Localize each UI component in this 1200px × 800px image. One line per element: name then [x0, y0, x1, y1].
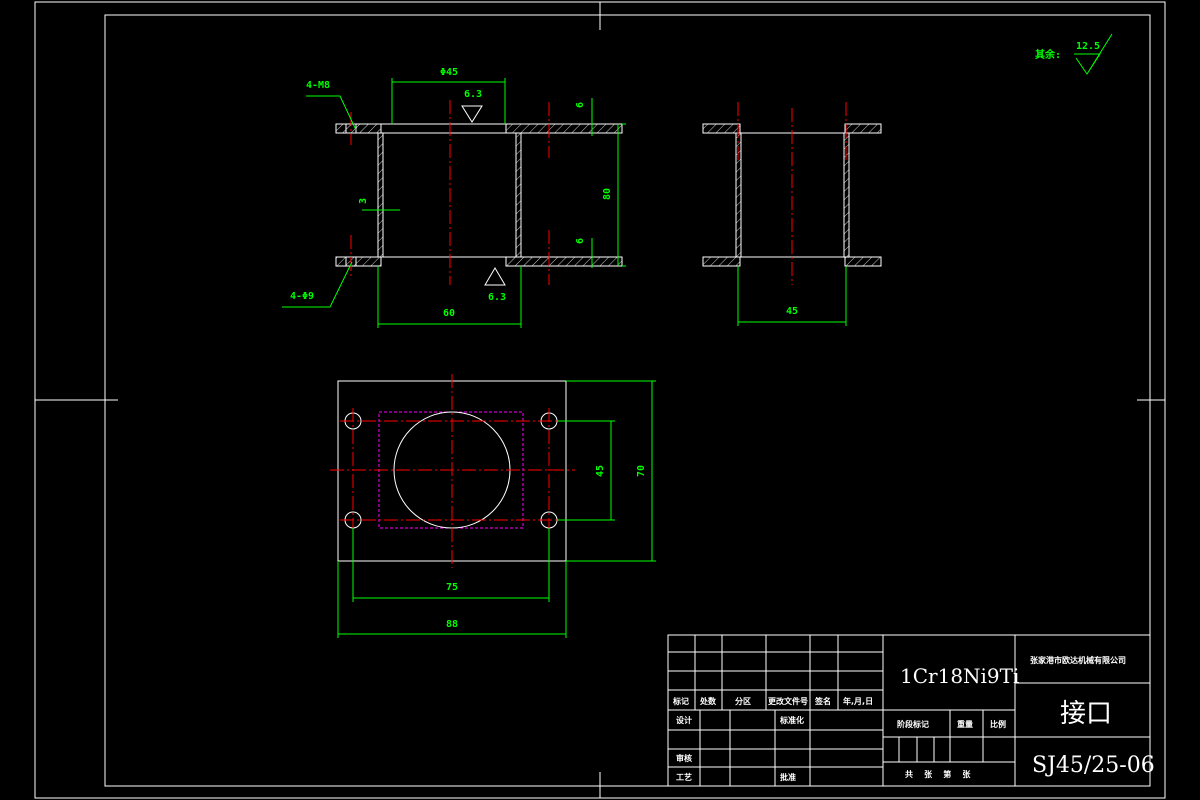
tb-drawing-no: SJ45/25-06: [1032, 753, 1155, 778]
dim-width-text: 60: [443, 308, 455, 319]
tb-material: 1Cr18Ni9Ti: [900, 664, 1019, 688]
tb-header-1: 处数: [699, 696, 717, 706]
dim-height-lines: [617, 123, 626, 267]
bottom-flange-left: [335, 256, 382, 267]
dim-wall-text: 3: [358, 198, 369, 204]
dim-height-text: 80: [602, 188, 613, 200]
roughness-value: 12.5: [1076, 41, 1100, 52]
top-flange-left: [335, 123, 382, 134]
side-dim-text: 45: [786, 306, 798, 317]
wall-right: [515, 132, 522, 258]
dim-bore-text: Φ45: [440, 67, 458, 78]
side-top-flange-right: [844, 123, 882, 134]
tb-header-5: 年,月,日: [843, 696, 873, 706]
tb-standardize: 标准化: [779, 715, 804, 725]
tb-scale: 比例: [990, 719, 1006, 729]
tb-weight: 重量: [957, 719, 973, 729]
wall-left: [377, 132, 384, 258]
tb-header-3: 更改文件号: [768, 696, 808, 706]
title-block: 标记 处数 分区 更改文件号 签名 年,月,日 设计 标准化 审核 工艺 批准 …: [667, 634, 1155, 787]
tb-sheet: 共 张 第 张: [905, 769, 971, 779]
side-view: 45: [702, 102, 882, 326]
tb-part-name: 接口: [1060, 699, 1112, 729]
tb-design: 设计: [676, 715, 692, 725]
rough-top-symbol: [461, 105, 483, 123]
rough-top-text: 6.3: [464, 89, 482, 100]
bottom-flange-right: [505, 256, 623, 267]
plan-dim-x-hole-text: 75: [446, 582, 458, 593]
rough-bottom-symbol: [484, 267, 506, 286]
side-bottom-flange-left: [702, 256, 741, 267]
rough-bottom-text: 6.3: [488, 292, 506, 303]
tb-company: 张家港市欧达机械有限公司: [1030, 655, 1126, 665]
tb-header-4: 签名: [814, 696, 831, 706]
callout-tapped-text: 4-M8: [306, 80, 330, 91]
side-top-flange-left: [702, 123, 741, 134]
callout-holes-text: 4-Φ9: [290, 291, 314, 302]
tb-review: 审核: [676, 753, 692, 763]
dim-bore-lines: [391, 78, 506, 124]
side-bottom-flange-right: [844, 256, 882, 267]
roughness-symbol: [1074, 33, 1113, 75]
top-flange-right: [505, 123, 623, 134]
drawing-canvas: 其余: 12.5 Φ45 6.3 6.3 4-M8 4-Φ9 3 80 6 6 …: [34, 1, 1166, 799]
tb-header-2: 分区: [735, 696, 751, 706]
tb-header-0: 标记: [672, 696, 689, 706]
plan-view: 45 70 75 88: [330, 374, 656, 638]
tb-process: 工艺: [676, 772, 692, 782]
top-flange-bridge: [380, 123, 507, 134]
plan-dim-y-flange-text: 70: [636, 465, 647, 477]
plan-dim-x-flange-text: 88: [446, 619, 458, 630]
dim-flange-bottom-text: 6: [575, 238, 586, 244]
tb-approve: 批准: [780, 772, 796, 782]
tb-stage: 阶段标记: [897, 719, 929, 729]
roughness-label: 其余:: [1035, 48, 1061, 61]
plan-dim-y-hole-text: 45: [595, 465, 606, 477]
dim-flange-top-text: 6: [575, 102, 586, 108]
front-view: Φ45 6.3 6.3 4-M8 4-Φ9 3 80 6 6 60: [282, 67, 626, 328]
